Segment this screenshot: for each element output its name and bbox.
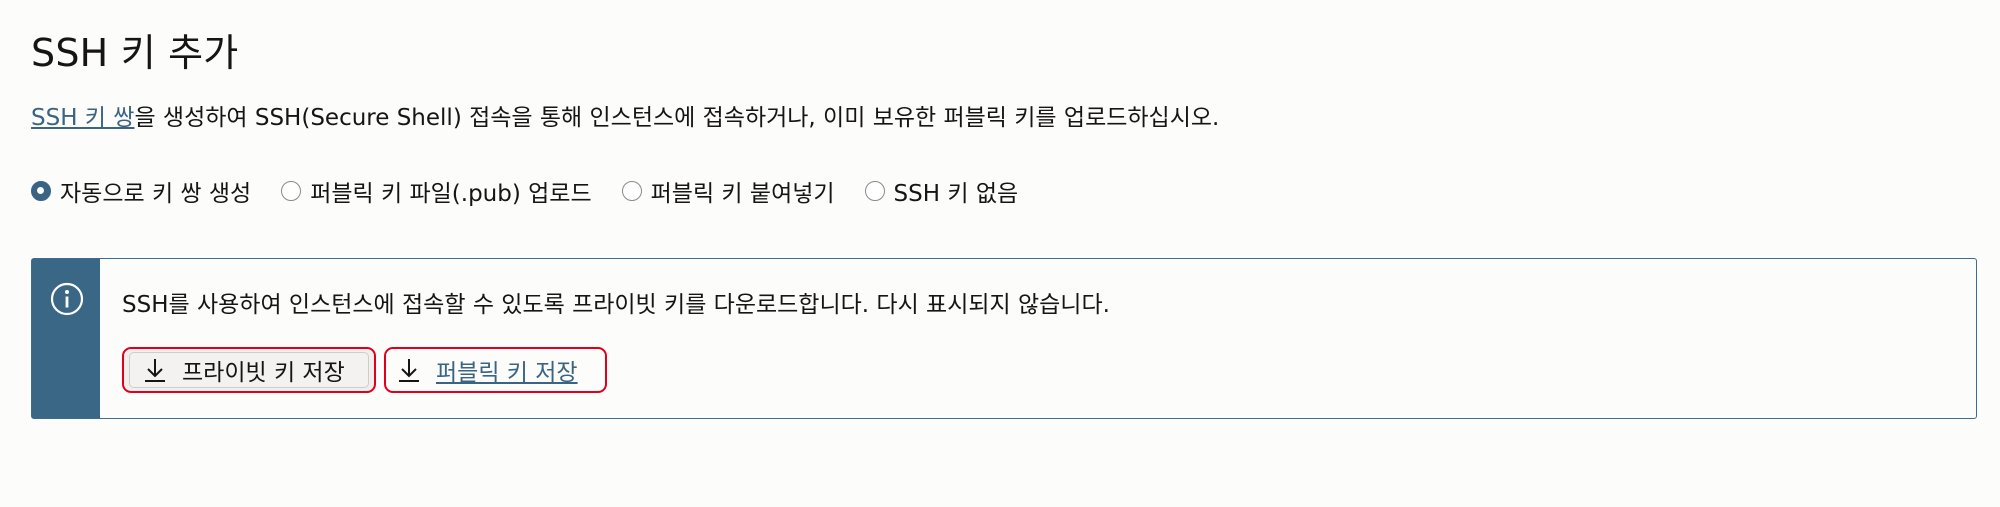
radio-button[interactable] bbox=[281, 181, 302, 201]
radio-label-upload-public-key-file: 퍼블릭 키 파일(.pub) 업로드 bbox=[310, 181, 592, 207]
download-icon bbox=[145, 359, 165, 382]
radio-button-selected[interactable] bbox=[31, 181, 51, 201]
save-private-key-button[interactable]: 프라이빗 키 저장 bbox=[122, 347, 376, 393]
download-icon bbox=[399, 359, 419, 382]
save-public-key-button[interactable]: 퍼블릭 키 저장 bbox=[384, 347, 607, 393]
radio-label-paste-public-key: 퍼블릭 키 붙여넣기 bbox=[650, 181, 835, 207]
save-private-key-label: 프라이빗 키 저장 bbox=[182, 360, 345, 386]
ssh-key-option-group: 자동으로 키 쌍 생성 퍼블릭 키 파일(.pub) 업로드 퍼블릭 키 붙여넣… bbox=[31, 174, 1048, 208]
radio-upload-public-key-file[interactable]: 퍼블릭 키 파일(.pub) 업로드 bbox=[281, 174, 592, 208]
description: SSH 키 쌍을 생성하여 SSH(Secure Shell) 접속을 통해 인… bbox=[31, 98, 1219, 132]
description-text: 을 생성하여 SSH(Secure Shell) 접속을 통해 인스턴스에 접속… bbox=[134, 105, 1220, 131]
radio-generate-key-pair[interactable]: 자동으로 키 쌍 생성 bbox=[31, 174, 251, 208]
notice-body: SSH를 사용하여 인스턴스에 접속할 수 있도록 프라이빗 키를 다운로드합니… bbox=[100, 259, 1976, 418]
radio-button[interactable] bbox=[621, 181, 642, 201]
radio-button[interactable] bbox=[864, 181, 885, 201]
notice-message: SSH를 사용하여 인스턴스에 접속할 수 있도록 프라이빗 키를 다운로드합니… bbox=[122, 292, 1110, 318]
save-private-key-button-inner[interactable]: 프라이빗 키 저장 bbox=[129, 352, 369, 388]
radio-no-ssh-keys[interactable]: SSH 키 없음 bbox=[864, 174, 1019, 208]
save-public-key-label: 퍼블릭 키 저장 bbox=[436, 360, 578, 386]
save-public-key-button-inner[interactable]: 퍼블릭 키 저장 bbox=[386, 353, 578, 387]
radio-paste-public-key[interactable]: 퍼블릭 키 붙여넣기 bbox=[621, 174, 835, 208]
info-notice-box: SSH를 사용하여 인스턴스에 접속할 수 있도록 프라이빗 키를 다운로드합니… bbox=[31, 258, 1977, 419]
section-title: SSH 키 추가 bbox=[31, 31, 239, 75]
notice-sidebar bbox=[32, 259, 100, 418]
radio-label-no-ssh-keys: SSH 키 없음 bbox=[893, 181, 1019, 207]
ssh-key-pair-link[interactable]: SSH 키 쌍 bbox=[31, 105, 134, 131]
info-icon bbox=[50, 282, 84, 316]
radio-label-generate-key-pair: 자동으로 키 쌍 생성 bbox=[60, 181, 252, 207]
